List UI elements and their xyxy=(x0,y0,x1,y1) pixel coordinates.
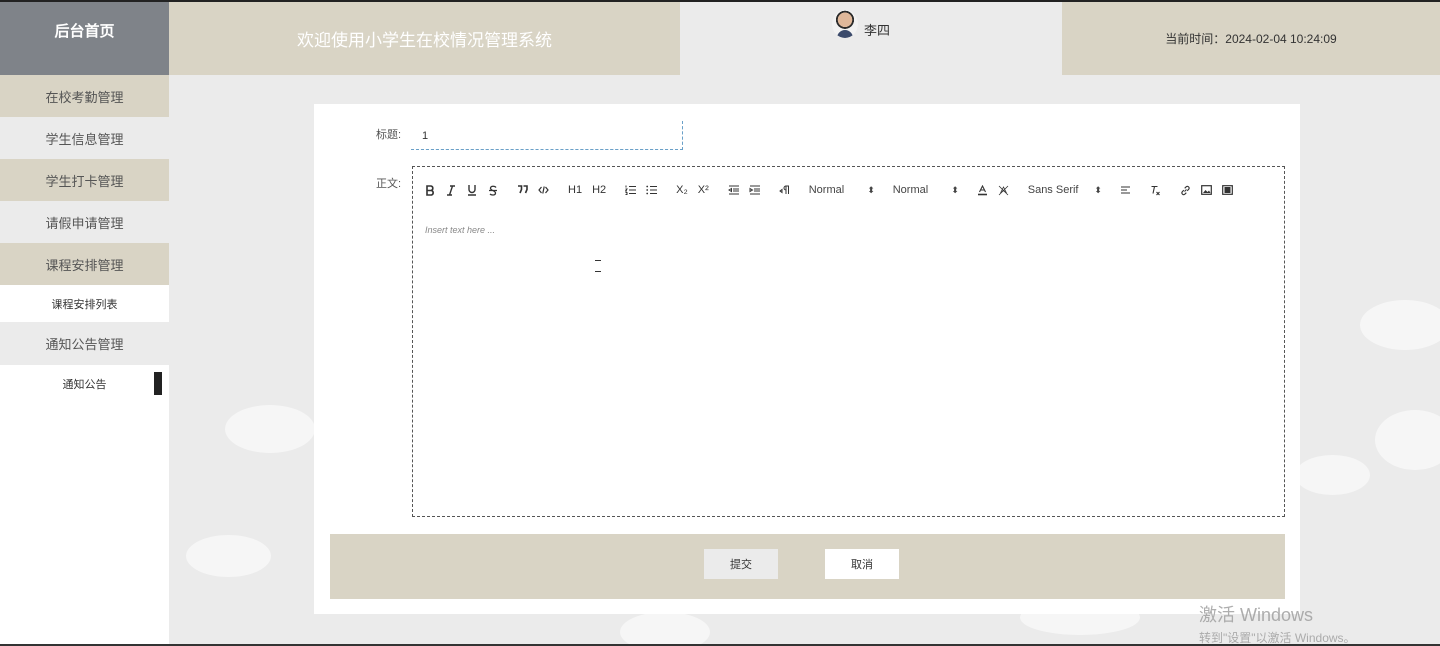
bold-button[interactable] xyxy=(424,181,435,199)
background-bubble xyxy=(225,405,315,453)
picker-arrow-icon: ⬍ xyxy=(951,184,959,195)
sidebar-item-attendance[interactable]: 在校考勤管理 xyxy=(0,75,169,117)
font-picker-value: Sans Serif xyxy=(1027,184,1079,196)
sidebar-item-schedule[interactable]: 课程安排管理 xyxy=(0,243,169,285)
background-color-icon[interactable] xyxy=(998,181,1009,199)
underline-button[interactable] xyxy=(466,181,477,199)
current-time: 当前时间：2024-02-04 10:24:09 xyxy=(1062,2,1440,75)
picker-arrow-icon: ⬍ xyxy=(867,184,875,195)
top-bar: 后台首页 欢迎使用小学生在校情况管理系统 李四 当前时间：2024-02-04 … xyxy=(0,0,1440,75)
sidebar-item-leave[interactable]: 请假申请管理 xyxy=(0,201,169,243)
outdent-button[interactable] xyxy=(727,181,739,199)
header-2-button[interactable]: H2 xyxy=(592,181,606,199)
sidebar-item-students[interactable]: 学生信息管理 xyxy=(0,117,169,159)
sidebar-subitem-notice[interactable]: 通知公告 xyxy=(0,365,169,403)
windows-activation-watermark: 激活 Windows 转到"设置"以激活 Windows。 xyxy=(1199,601,1356,646)
sidebar-item-notices[interactable]: 通知公告管理 xyxy=(0,322,169,365)
background-bubble xyxy=(1360,300,1440,350)
avatar xyxy=(831,10,858,38)
submit-button[interactable]: 提交 xyxy=(704,549,778,579)
bullet-list-button[interactable] xyxy=(646,181,658,199)
background-bubble xyxy=(1295,455,1370,495)
link-button[interactable] xyxy=(1180,181,1191,199)
code-block-button[interactable] xyxy=(538,181,549,199)
title-label: 标题: xyxy=(376,129,402,141)
username: 李四 xyxy=(863,23,890,38)
size-picker-value: Normal xyxy=(808,184,845,196)
editor-placeholder: Insert text here ... xyxy=(425,225,496,235)
image-button[interactable] xyxy=(1200,181,1212,199)
ordered-list-button[interactable] xyxy=(625,181,637,199)
editor-toolbar: H1 H2 X₂ X² Normal ⬍ Normal ⬍ Sans Serif ⬍ xyxy=(413,167,1284,213)
background-bubble xyxy=(186,535,271,577)
user-info[interactable]: 李四 xyxy=(831,10,890,75)
text-direction-button[interactable] xyxy=(778,181,790,199)
size-picker[interactable]: Normal ⬍ xyxy=(809,184,875,196)
clear-format-button[interactable] xyxy=(1150,181,1161,199)
background-bubble xyxy=(620,612,710,646)
user-box: 李四 xyxy=(680,2,1062,75)
italic-button[interactable] xyxy=(445,181,456,199)
blockquote-button[interactable] xyxy=(517,181,528,199)
watermark-title: 激活 Windows xyxy=(1199,605,1314,625)
text-color-icon[interactable] xyxy=(977,181,988,199)
header-1-button[interactable]: H1 xyxy=(568,181,582,199)
sidebar-subitem-notice-label: 通知公告 xyxy=(62,379,107,391)
text-cursor-icon xyxy=(595,259,601,273)
background-bubble xyxy=(1375,410,1440,470)
form-button-bar: 提交 取消 xyxy=(330,534,1285,599)
strike-button[interactable] xyxy=(487,181,498,199)
content-label: 正文: xyxy=(376,178,402,190)
picker-arrow-icon: ⬍ xyxy=(1094,184,1102,195)
superscript-button[interactable]: X² xyxy=(698,181,709,199)
indent-button[interactable] xyxy=(749,181,760,199)
subscript-button[interactable]: X₂ xyxy=(676,181,688,199)
rich-text-editor[interactable]: H1 H2 X₂ X² Normal ⬍ Normal ⬍ Sans Serif ⬍ … xyxy=(412,166,1285,517)
notice-form-card: 标题: 正文: H1 H2 X₂ X² Normal ⬍ Normal ⬍ Sans… xyxy=(314,104,1300,614)
brand-home-link[interactable]: 后台首页 xyxy=(0,2,169,75)
sidebar-subitem-schedule-list[interactable]: 课程安排列表 xyxy=(0,285,169,322)
sidebar: 在校考勤管理 学生信息管理 学生打卡管理 请假申请管理 课程安排管理 课程安排列… xyxy=(0,75,169,646)
header-picker-value: Normal xyxy=(892,184,929,196)
active-indicator xyxy=(154,372,162,395)
cancel-button[interactable]: 取消 xyxy=(825,549,899,579)
header-picker[interactable]: Normal ⬍ xyxy=(893,184,959,196)
title-input[interactable] xyxy=(411,121,683,150)
font-picker[interactable]: Sans Serif ⬍ xyxy=(1028,184,1102,196)
align-left-button[interactable] xyxy=(1120,181,1131,199)
welcome-title: 欢迎使用小学生在校情况管理系统 xyxy=(169,2,680,75)
video-button[interactable] xyxy=(1221,181,1233,199)
sidebar-item-checkin[interactable]: 学生打卡管理 xyxy=(0,159,169,201)
